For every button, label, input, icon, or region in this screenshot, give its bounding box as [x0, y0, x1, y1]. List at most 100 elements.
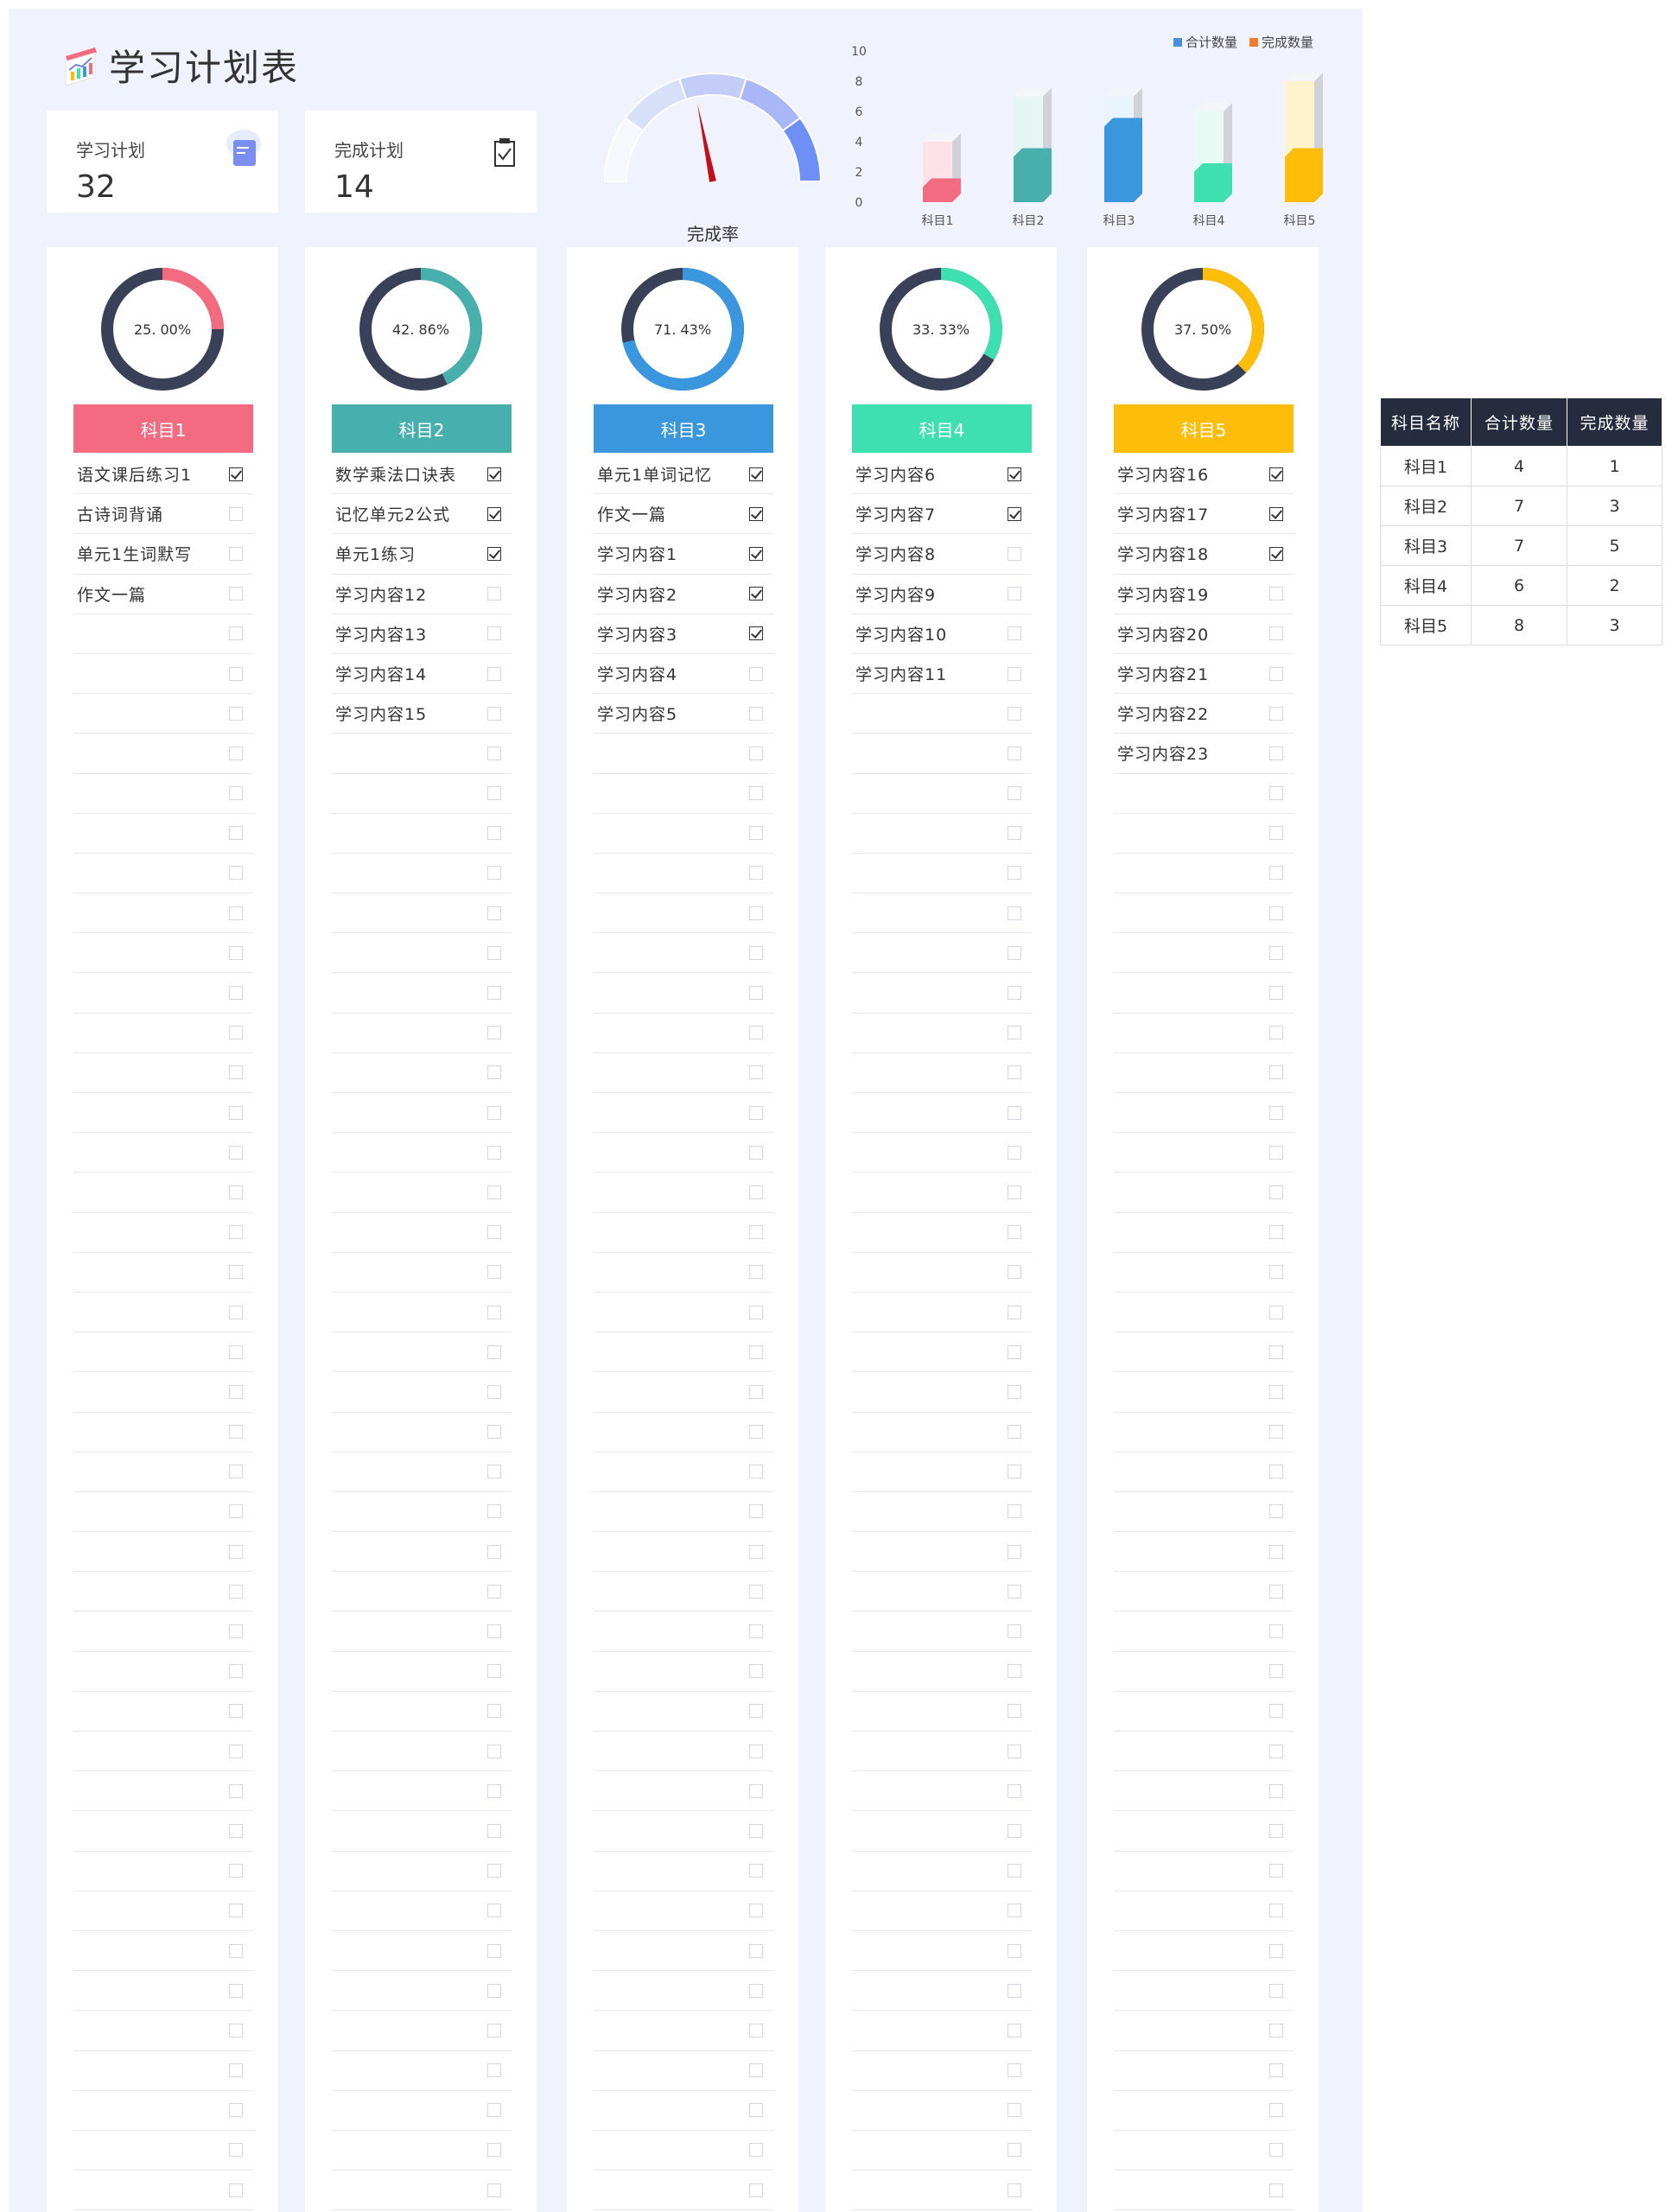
task-checkbox[interactable] [1008, 746, 1021, 760]
task-checkbox[interactable] [487, 826, 501, 841]
task-checkbox[interactable] [1269, 986, 1283, 1001]
task-checkbox[interactable] [487, 587, 501, 601]
task-checkbox[interactable] [1269, 1026, 1283, 1040]
task-checkbox[interactable] [487, 746, 501, 760]
task-checkbox[interactable] [1008, 1983, 1021, 1998]
task-checkbox[interactable] [229, 1065, 243, 1080]
task-checkbox[interactable] [749, 1624, 763, 1639]
task-checkbox[interactable] [1008, 2103, 1021, 2118]
task-checkbox[interactable] [487, 1504, 501, 1519]
task-checkbox[interactable] [487, 1904, 501, 1918]
task-checkbox[interactable] [229, 986, 243, 1001]
task-checkbox[interactable] [1269, 1624, 1283, 1639]
task-checkbox[interactable] [1269, 945, 1283, 960]
task-checkbox[interactable] [1008, 1185, 1021, 1199]
task-checkbox[interactable] [487, 1384, 501, 1399]
task-checkbox[interactable] [1269, 666, 1283, 681]
task-checkbox[interactable] [229, 826, 243, 841]
task-checkbox[interactable] [1008, 1744, 1021, 1758]
task-checkbox[interactable] [749, 1384, 763, 1399]
task-checkbox[interactable] [749, 1904, 763, 1918]
task-checkbox[interactable] [1008, 1504, 1021, 1519]
task-checkbox[interactable] [487, 945, 501, 960]
task-checkbox[interactable] [1008, 1823, 1021, 1838]
task-checkbox[interactable] [1008, 706, 1021, 721]
task-checkbox[interactable] [229, 1783, 243, 1798]
task-checkbox[interactable] [1269, 1344, 1283, 1359]
task-checkbox[interactable] [749, 1864, 763, 1878]
task-checkbox[interactable] [487, 467, 501, 481]
task-checkbox[interactable] [1269, 866, 1283, 880]
task-checkbox[interactable] [749, 1185, 763, 1199]
task-checkbox[interactable] [749, 1664, 763, 1679]
task-checkbox[interactable] [487, 786, 501, 801]
task-checkbox[interactable] [749, 1265, 763, 1280]
task-checkbox[interactable] [487, 1584, 501, 1599]
task-checkbox[interactable] [229, 1305, 243, 1319]
task-checkbox[interactable] [1269, 1384, 1283, 1399]
task-checkbox[interactable] [487, 1265, 501, 1280]
task-checkbox[interactable] [487, 1105, 501, 1120]
task-checkbox[interactable] [229, 866, 243, 880]
task-checkbox[interactable] [1008, 467, 1021, 481]
task-checkbox[interactable] [749, 826, 763, 841]
task-checkbox[interactable] [1269, 1704, 1283, 1719]
task-checkbox[interactable] [749, 666, 763, 681]
task-checkbox[interactable] [749, 1065, 763, 1080]
task-checkbox[interactable] [229, 1664, 243, 1679]
task-checkbox[interactable] [1008, 626, 1021, 641]
task-checkbox[interactable] [749, 1026, 763, 1040]
task-checkbox[interactable] [229, 467, 243, 481]
task-checkbox[interactable] [487, 1465, 501, 1479]
task-checkbox[interactable] [1008, 2143, 1021, 2158]
task-checkbox[interactable] [1008, 1664, 1021, 1679]
task-checkbox[interactable] [1269, 746, 1283, 760]
task-checkbox[interactable] [1269, 786, 1283, 801]
task-checkbox[interactable] [1269, 626, 1283, 641]
task-checkbox[interactable] [487, 506, 501, 521]
task-checkbox[interactable] [749, 1305, 763, 1319]
task-checkbox[interactable] [1008, 666, 1021, 681]
task-checkbox[interactable] [749, 2063, 763, 2078]
task-checkbox[interactable] [1269, 467, 1283, 481]
task-checkbox[interactable] [749, 2183, 763, 2197]
task-checkbox[interactable] [749, 1983, 763, 1998]
task-checkbox[interactable] [487, 1145, 501, 1160]
task-checkbox[interactable] [1269, 1265, 1283, 1280]
task-checkbox[interactable] [229, 1624, 243, 1639]
task-checkbox[interactable] [229, 706, 243, 721]
task-checkbox[interactable] [749, 866, 763, 880]
task-checkbox[interactable] [229, 2063, 243, 2078]
task-checkbox[interactable] [749, 1145, 763, 1160]
task-checkbox[interactable] [487, 2023, 501, 2037]
task-checkbox[interactable] [487, 906, 501, 920]
task-checkbox[interactable] [1008, 2023, 1021, 2037]
task-checkbox[interactable] [1008, 945, 1021, 960]
task-checkbox[interactable] [1269, 1983, 1283, 1998]
task-checkbox[interactable] [1269, 826, 1283, 841]
task-checkbox[interactable] [749, 986, 763, 1001]
task-checkbox[interactable] [749, 467, 763, 481]
task-checkbox[interactable] [1269, 2063, 1283, 2078]
task-checkbox[interactable] [229, 1465, 243, 1479]
task-checkbox[interactable] [229, 906, 243, 920]
task-checkbox[interactable] [749, 746, 763, 760]
task-checkbox[interactable] [1269, 1465, 1283, 1479]
task-checkbox[interactable] [229, 2023, 243, 2037]
task-checkbox[interactable] [749, 1783, 763, 1798]
task-checkbox[interactable] [1269, 1305, 1283, 1319]
task-checkbox[interactable] [1008, 1704, 1021, 1719]
task-checkbox[interactable] [1008, 1783, 1021, 1798]
task-checkbox[interactable] [1269, 1425, 1283, 1440]
task-checkbox[interactable] [487, 666, 501, 681]
task-checkbox[interactable] [1008, 587, 1021, 601]
task-checkbox[interactable] [229, 506, 243, 521]
task-checkbox[interactable] [229, 1744, 243, 1758]
task-checkbox[interactable] [229, 1026, 243, 1040]
task-checkbox[interactable] [749, 1504, 763, 1519]
task-checkbox[interactable] [749, 1704, 763, 1719]
task-checkbox[interactable] [1269, 2023, 1283, 2037]
task-checkbox[interactable] [487, 2183, 501, 2197]
task-checkbox[interactable] [1008, 786, 1021, 801]
task-checkbox[interactable] [229, 2183, 243, 2197]
